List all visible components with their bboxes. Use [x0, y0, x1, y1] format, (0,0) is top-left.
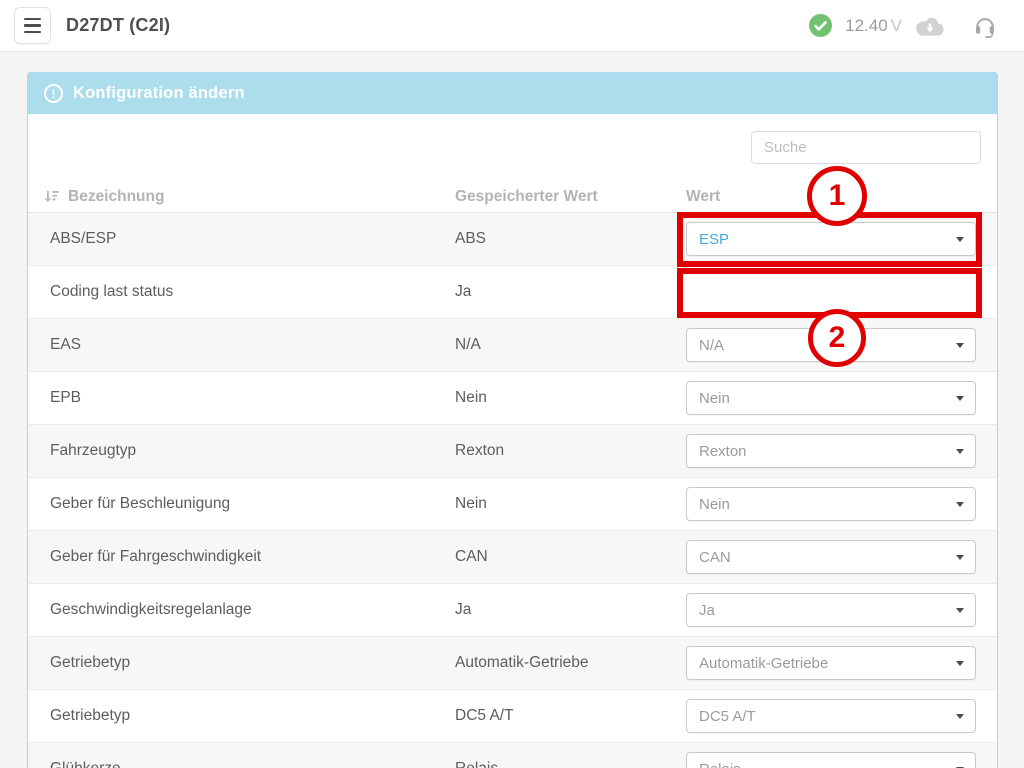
hamburger-menu-button[interactable] — [14, 7, 51, 44]
dropdown-selected-value: Nein — [699, 390, 730, 407]
row-label: Getriebetyp — [28, 654, 455, 672]
cloud-download-icon[interactable] — [916, 16, 944, 36]
table-row: GetriebetypAutomatik-GetriebeAutomatik-G… — [28, 637, 997, 690]
table-row: GetriebetypDC5 A/TDC5 A/T — [28, 690, 997, 743]
value-dropdown[interactable]: Automatik-Getriebe — [686, 646, 976, 680]
search-input[interactable] — [751, 131, 981, 164]
table-row: Geber für BeschleunigungNeinNein — [28, 478, 997, 531]
chevron-down-icon — [956, 396, 964, 401]
value-cell: Relais — [686, 752, 997, 768]
table-row: GlühkerzeRelaisRelais — [28, 743, 997, 768]
value-cell: Nein — [686, 487, 997, 521]
stored-value: Nein — [455, 389, 686, 407]
value-dropdown[interactable]: Rexton — [686, 434, 976, 468]
value-cell: Nein — [686, 381, 997, 415]
row-label: Coding last status — [28, 283, 455, 301]
table-row: FahrzeugtypRextonRexton — [28, 425, 997, 478]
value-cell: Ja — [686, 593, 997, 627]
stored-value: N/A — [455, 336, 686, 354]
chevron-down-icon — [956, 449, 964, 454]
value-dropdown[interactable]: CAN — [686, 540, 976, 574]
panel-title: Konfiguration ändern — [73, 84, 245, 103]
value-dropdown[interactable]: Nein — [686, 487, 976, 521]
column-header-gespeicherter-wert: Gespeicherter Wert — [455, 188, 686, 206]
battery-voltage: 12.40V — [845, 16, 902, 36]
value-dropdown[interactable]: Nein — [686, 381, 976, 415]
stored-value: Rexton — [455, 442, 686, 460]
stored-value: Relais — [455, 760, 686, 768]
stored-value: ABS — [455, 230, 686, 248]
chevron-down-icon — [956, 502, 964, 507]
chevron-down-icon — [956, 714, 964, 719]
stored-value: Automatik-Getriebe — [455, 654, 686, 672]
row-label: Geschwindigkeitsregelanlage — [28, 601, 455, 619]
sort-icon — [44, 189, 59, 204]
table-row: Geber für FahrgeschwindigkeitCANCAN — [28, 531, 997, 584]
stored-value: Nein — [455, 495, 686, 513]
stored-value: Ja — [455, 283, 686, 301]
row-label: EPB — [28, 389, 455, 407]
dropdown-selected-value: Nein — [699, 496, 730, 513]
dropdown-selected-value: Ja — [699, 602, 715, 619]
callout-circle-2: 2 — [808, 309, 866, 367]
topbar-status-group: 12.40V — [809, 14, 996, 38]
value-dropdown[interactable]: Relais — [686, 752, 976, 768]
row-label: Fahrzeugtyp — [28, 442, 455, 460]
info-circle-icon: ! — [44, 84, 63, 103]
value-dropdown[interactable]: Ja — [686, 593, 976, 627]
panel-header: ! Konfiguration ändern — [28, 73, 997, 114]
dropdown-selected-value: CAN — [699, 549, 731, 566]
headset-support-icon[interactable] — [974, 14, 996, 38]
value-cell: Rexton — [686, 434, 997, 468]
dropdown-selected-value: DC5 A/T — [699, 708, 756, 725]
value-cell: DC5 A/T — [686, 699, 997, 733]
value-dropdown[interactable]: DC5 A/T — [686, 699, 976, 733]
chevron-down-icon — [956, 343, 964, 348]
row-label: EAS — [28, 336, 455, 354]
row-label: Geber für Beschleunigung — [28, 495, 455, 513]
battery-ok-check-icon — [809, 14, 832, 37]
dropdown-selected-value: Rexton — [699, 443, 747, 460]
chevron-down-icon — [956, 661, 964, 666]
value-cell: Automatik-Getriebe — [686, 646, 997, 680]
stored-value: CAN — [455, 548, 686, 566]
column-header-bezeichnung[interactable]: Bezeichnung — [28, 188, 455, 206]
row-label: Glühkerze — [28, 760, 455, 768]
table-row: GeschwindigkeitsregelanlageJaJa — [28, 584, 997, 637]
chevron-down-icon — [956, 555, 964, 560]
dropdown-selected-value: Relais — [699, 761, 741, 768]
row-label: Geber für Fahrgeschwindigkeit — [28, 548, 455, 566]
stored-value: Ja — [455, 601, 686, 619]
stored-value: DC5 A/T — [455, 707, 686, 725]
dropdown-selected-value: N/A — [699, 337, 724, 354]
page-title: D27DT (C2I) — [66, 15, 170, 36]
row-label: ABS/ESP — [28, 230, 455, 248]
callout-circle-1: 1 — [807, 166, 867, 226]
value-cell: CAN — [686, 540, 997, 574]
row-label: Getriebetyp — [28, 707, 455, 725]
chevron-down-icon — [956, 608, 964, 613]
dropdown-selected-value: Automatik-Getriebe — [699, 655, 828, 672]
top-bar: D27DT (C2I) 12.40V — [0, 0, 1024, 52]
table-row: EPBNeinNein — [28, 372, 997, 425]
